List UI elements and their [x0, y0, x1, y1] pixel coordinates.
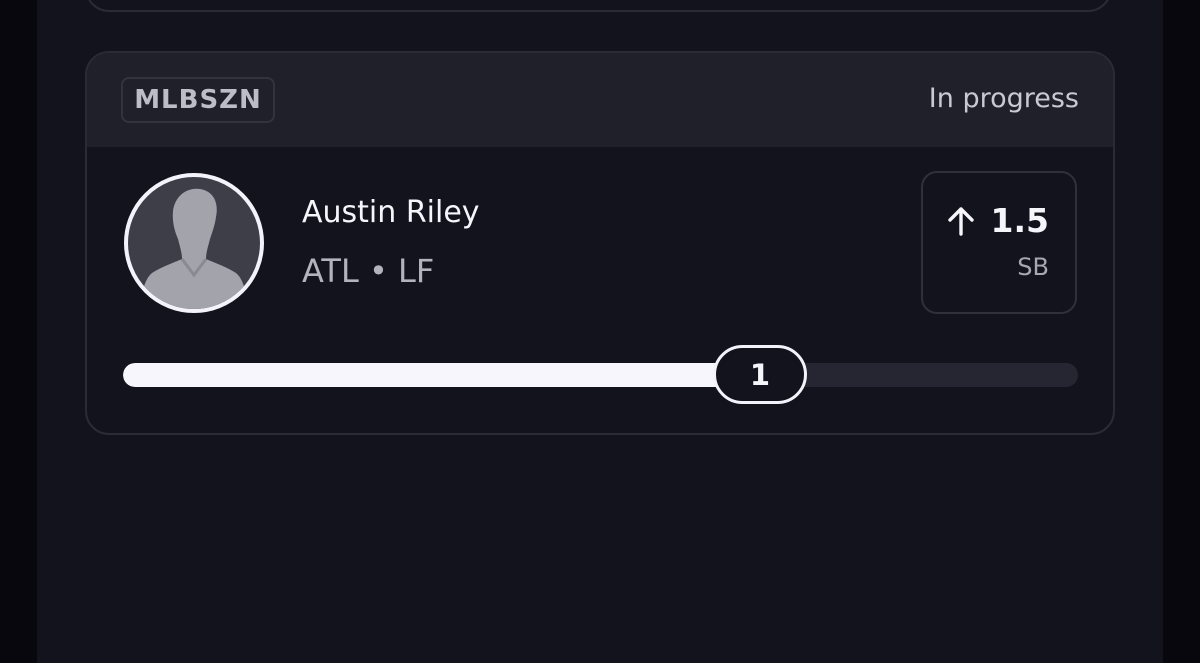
player-team-position: ATL • LF: [302, 252, 435, 290]
player-silhouette-icon: [140, 188, 248, 309]
projection-line-box[interactable]: 1.5 SB: [921, 171, 1077, 314]
arrow-up-icon: [947, 206, 974, 236]
player-prop-card[interactable]: MLBSZN In progress Austin Riley ATL • LF…: [85, 51, 1115, 435]
stat-type-label: SB: [1017, 253, 1049, 281]
progress-fill: [123, 363, 744, 387]
league-tag: MLBSZN: [121, 77, 275, 123]
progress-track: [123, 363, 1078, 387]
progress-current-badge: 1: [713, 345, 807, 404]
status-label: In progress: [928, 83, 1079, 114]
line-value: 1.5: [990, 201, 1049, 240]
card-header: MLBSZN In progress: [87, 53, 1113, 147]
player-avatar: [124, 173, 264, 313]
line-row: 1.5: [945, 201, 1049, 240]
previous-card[interactable]: [85, 0, 1112, 12]
player-name: Austin Riley: [302, 195, 480, 230]
